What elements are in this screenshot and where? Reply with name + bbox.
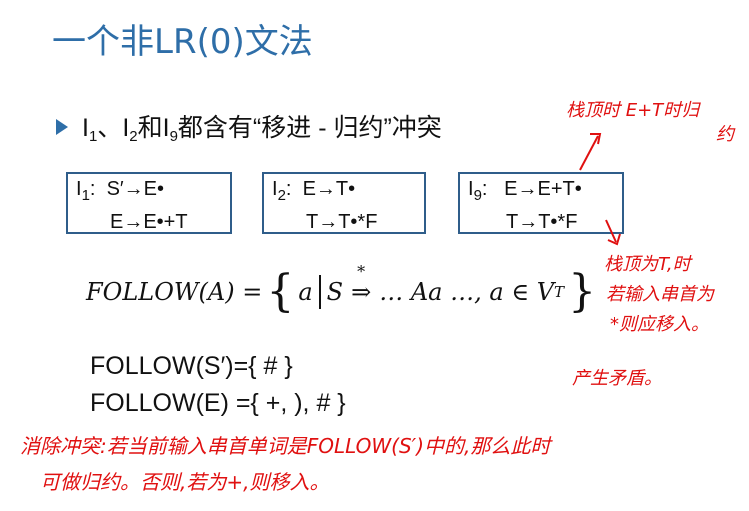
state-i9-sub: 9 <box>169 128 178 145</box>
slide-title: 一个非LR(0)文法 <box>52 22 313 62</box>
annotation-right-1: 栈顶为T,时 <box>604 254 691 275</box>
box-label-colon: : <box>481 178 488 200</box>
derives-arrow: * ⇒ <box>351 262 372 306</box>
state-i2-sub: 2 <box>129 128 138 145</box>
box-label-colon: : <box>89 178 96 200</box>
annotation-top-right-1: 栈顶时 E+T时归 <box>566 100 700 121</box>
item-set-i1: I1: S′→E• E→E•+T <box>66 172 232 234</box>
formula-s: S <box>326 278 344 306</box>
box-label-sub: 1 <box>81 187 90 204</box>
derives-arrow-glyph: ⇒ <box>351 278 372 306</box>
follow-e: FOLLOW(E) ={ +, ), # } <box>90 389 346 417</box>
formula-left-brace: { <box>266 266 295 317</box>
box-label-colon: : <box>285 178 292 200</box>
item-line: E→T• <box>302 178 356 200</box>
arrow-down-stroke <box>605 219 617 243</box>
formula-lhs: FOLLOW(A) = <box>86 278 263 306</box>
derives-star: * <box>357 262 366 281</box>
formula-right-brace: } <box>568 266 597 317</box>
sep: 、 <box>97 114 123 142</box>
formula-a: a <box>298 278 313 306</box>
item-set-i2: I2: E→T• T→T•*F <box>262 172 426 234</box>
state-i9: I <box>162 114 170 142</box>
box-label-sub: 2 <box>277 187 286 204</box>
follow-definition-formula: FOLLOW(A) = { a S * ⇒ … Aa …, a ∈ VT } <box>86 262 600 317</box>
annotation-bottom-2: 可做归约。否则,若为+,则移入。 <box>40 470 330 494</box>
annotation-bottom-1: 消除冲突:若当前输入串首单词是FOLLOW(S′)中的,那么此时 <box>20 434 551 458</box>
annotation-top-right-2: 约 <box>716 124 734 145</box>
formula-bar <box>318 275 321 309</box>
annotation-arrows <box>579 133 621 246</box>
formula-body-sub: T <box>554 283 565 301</box>
annotation-right-2: 若输入串首为 <box>606 284 714 305</box>
item-line: S′→E• <box>106 178 165 200</box>
box-label-sub: 9 <box>473 187 482 204</box>
follow-s-prime: FOLLOW(S′)={ # } <box>90 352 293 380</box>
bullet-rest: 都含有“移进 - 归约”冲突 <box>177 114 442 142</box>
bullet-conflict: I1、I2和I9都含有“移进 - 归约”冲突 <box>56 108 442 145</box>
arrow-up-stroke <box>579 135 599 171</box>
conj: 和 <box>137 114 163 142</box>
bullet-triangle-icon <box>56 119 68 136</box>
annotation-right-3: *则应移入。 <box>610 314 709 335</box>
item-line: E→E•+T <box>110 211 188 233</box>
item-line: T→T•*F <box>306 211 378 233</box>
formula-body: … Aa …, a ∈ V <box>379 278 555 306</box>
state-i1: I <box>82 114 89 142</box>
annotation-right-4: 产生矛盾。 <box>572 368 662 389</box>
